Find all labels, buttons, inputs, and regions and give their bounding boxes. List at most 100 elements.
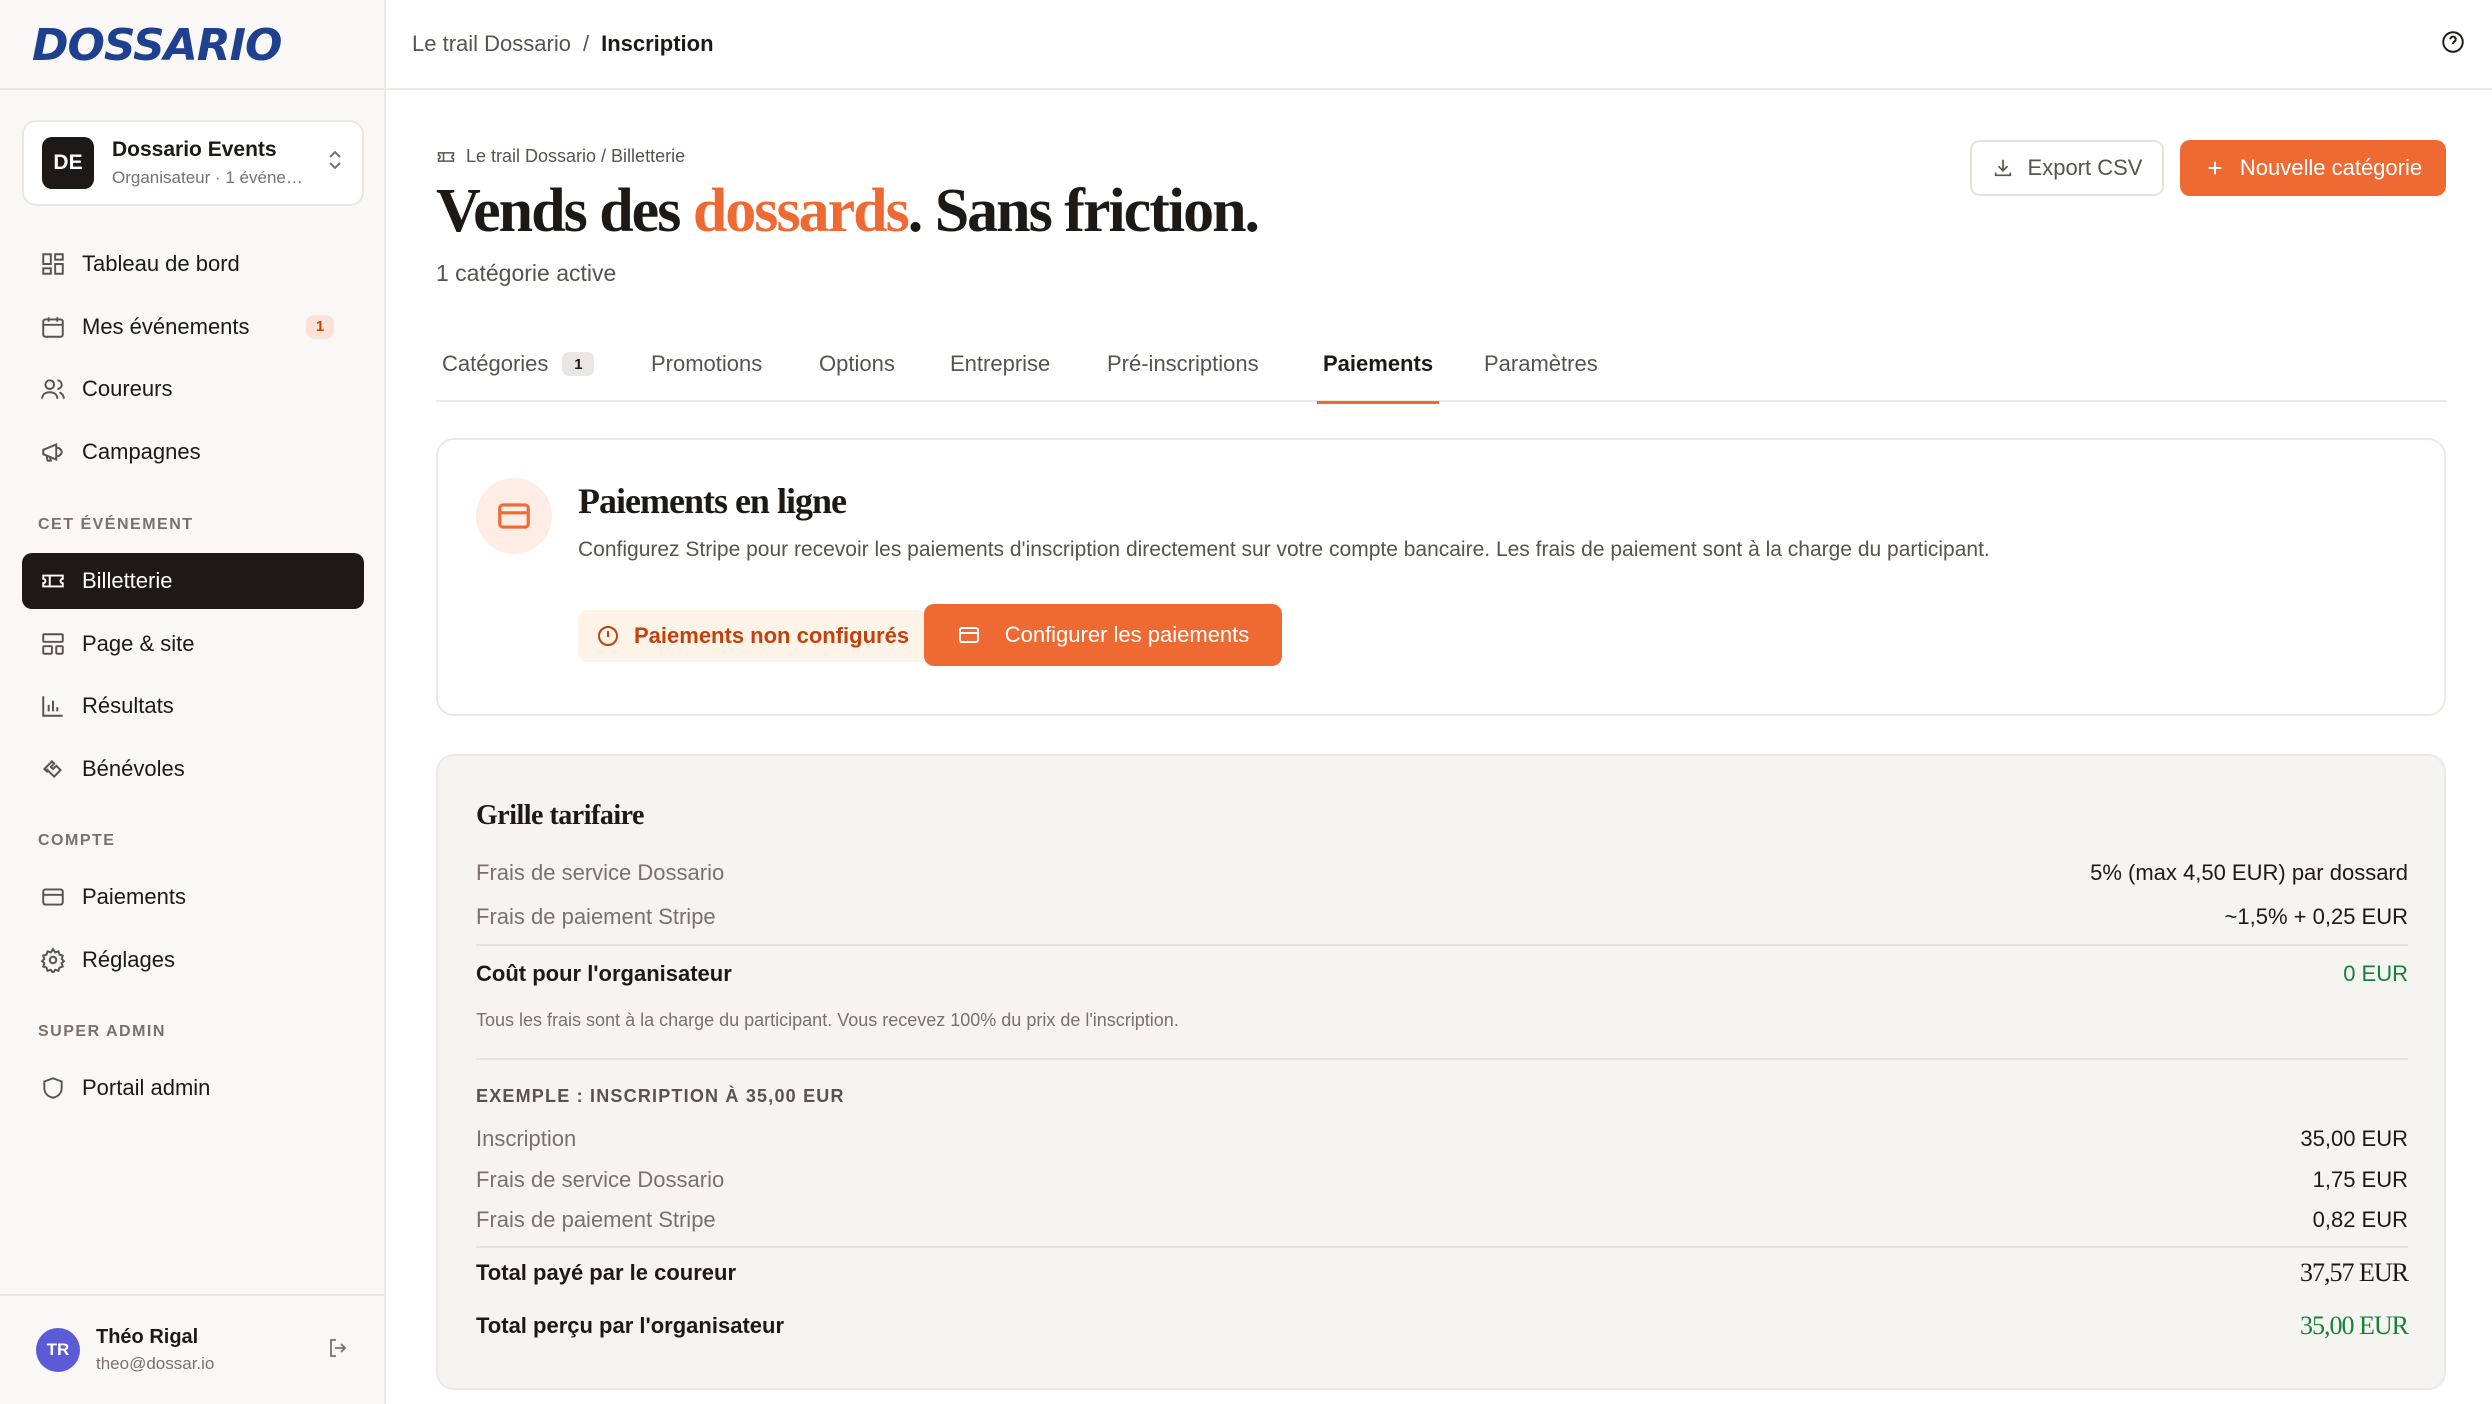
total-paid-row: Total payé par le coureur 37,57 EUR	[476, 1258, 2409, 1288]
tab-categories[interactable]: Catégories 1	[442, 326, 595, 402]
page-subtitle: 1 catégorie active	[436, 260, 617, 286]
export-csv-button[interactable]: Export CSV	[1970, 140, 2164, 196]
sidebar-item-dashboard[interactable]: Tableau de bord	[22, 236, 364, 292]
tab-label: Entreprise	[950, 351, 1051, 376]
pricing-row: Frais de paiement Stripe ~1,5% + 0,25 EU…	[476, 904, 2408, 930]
tab-settings[interactable]: Paramètres	[1484, 326, 1598, 402]
plus-icon	[2208, 161, 2222, 175]
pricing-title: Grille tarifaire	[476, 800, 644, 831]
logo-text: DOSSARIO	[32, 19, 282, 71]
sidebar-item-page-site[interactable]: Page & site	[22, 616, 364, 672]
sidebar-item-label: Tableau de bord	[82, 251, 240, 276]
total-paid-label: Total payé par le coureur	[476, 1260, 737, 1285]
page-breadcrumb-text: Le trail Dossario / Billetterie	[466, 146, 686, 166]
tab-label: Paramètres	[1484, 351, 1598, 376]
organizer-cost-value: 0 EUR	[2343, 961, 2408, 986]
logout-icon[interactable]	[326, 1336, 350, 1365]
org-switcher[interactable]: DE Dossario Events Organisateur · 1 évén…	[22, 120, 364, 206]
user-email: theo@dossar.io	[96, 1354, 215, 1373]
users-icon	[41, 379, 65, 399]
example-row-label: Inscription	[476, 1126, 577, 1151]
event-nav: Billetterie Page & site Résultats Bénévo…	[22, 553, 364, 803]
configure-payments-label: Configurer les paiements	[1004, 622, 1250, 647]
dossario-logo[interactable]: DOSSARIO	[32, 19, 282, 71]
tab-promotions[interactable]: Promotions	[651, 326, 762, 402]
organizer-cost-row: Coût pour l'organisateur 0 EUR	[476, 961, 2408, 987]
dashboard-icon	[42, 253, 64, 275]
example-row: Frais de paiement Stripe 0,82 EUR	[476, 1207, 2408, 1233]
sidebar-item-ticketing[interactable]: Billetterie	[22, 553, 364, 609]
tab-pre-registrations[interactable]: Pré-inscriptions	[1107, 326, 1259, 402]
sidebar: DOSSARIO DE Dossario Events Organisateur…	[0, 0, 386, 1404]
user-profile: TR Théo Rigal theo@dossar.io	[0, 1294, 386, 1404]
example-row-label: Frais de service Dossario	[476, 1167, 725, 1192]
section-label-super-admin: SUPER ADMIN	[38, 1023, 166, 1040]
new-category-label: Nouvelle catégorie	[2239, 155, 2423, 180]
breadcrumb-parent[interactable]: Le trail Dossario	[412, 31, 571, 57]
sidebar-item-label: Paiements	[82, 884, 186, 909]
ticket-icon	[437, 151, 455, 162]
user-name: Théo Rigal	[96, 1326, 199, 1348]
sidebar-item-settings[interactable]: Réglages	[22, 932, 364, 988]
tab-payments[interactable]: Paiements	[1316, 326, 1440, 404]
breadcrumb-separator: /	[582, 31, 590, 56]
sidebar-item-label: Réglages	[82, 946, 175, 972]
topbar: Le trail Dossario / Inscription	[386, 0, 2492, 90]
sidebar-item-runners[interactable]: Coureurs	[22, 361, 364, 417]
tab-label: Options	[819, 351, 895, 376]
chevron-up-down-icon	[326, 148, 344, 178]
sidebar-item-label: Portail admin	[82, 1075, 211, 1100]
tab-options[interactable]: Options	[819, 326, 895, 402]
credit-card-icon	[476, 478, 552, 554]
events-count-badge: 1	[306, 314, 334, 339]
tab-label: Catégories	[442, 351, 549, 376]
status-badge-label: Paiements non configurés	[634, 623, 910, 648]
pricing-grid-card: Grille tarifaire Frais de service Dossar…	[436, 754, 2446, 1390]
credit-card-icon	[958, 627, 979, 643]
payments-description: Configurez Stripe pour recevoir les paie…	[578, 538, 1990, 561]
title-accent: dossards	[692, 177, 910, 245]
tab-count-badge: 1	[562, 352, 595, 376]
payments-title: Paiements en ligne	[578, 481, 847, 521]
account-nav: Paiements Réglages	[22, 869, 364, 994]
sidebar-item-label: Billetterie	[82, 568, 173, 593]
sidebar-item-admin-portal[interactable]: Portail admin	[22, 1060, 364, 1116]
status-badge: Paiements non configurés	[578, 610, 928, 662]
sidebar-item-results[interactable]: Résultats	[22, 678, 364, 734]
section-label-event: CET ÉVÉNEMENT	[38, 516, 194, 533]
tab-company[interactable]: Entreprise	[950, 326, 1050, 402]
super-admin-nav: Portail admin	[22, 1060, 364, 1123]
sidebar-item-label: Résultats	[82, 693, 174, 718]
megaphone-icon	[42, 442, 63, 462]
page-breadcrumb: Le trail Dossario / Billetterie	[436, 146, 685, 167]
sidebar-item-label: Campagnes	[82, 438, 201, 464]
divider	[476, 1058, 2408, 1060]
example-row-value: 0,82 EUR	[2312, 1207, 2408, 1232]
pricing-row-label: Frais de service Dossario	[476, 860, 725, 885]
configure-payments-button[interactable]: Configurer les paiements	[924, 604, 1282, 666]
export-csv-label: Export CSV	[2027, 155, 2143, 180]
breadcrumb-current: Inscription	[601, 31, 714, 56]
help-icon[interactable]	[2440, 29, 2466, 60]
calendar-icon	[42, 316, 64, 338]
sidebar-item-label: Bénévoles	[82, 755, 185, 781]
sidebar-item-label: Page & site	[82, 630, 195, 656]
sidebar-item-label: Mes événements	[82, 313, 250, 339]
layout-icon	[42, 632, 64, 655]
chart-icon	[42, 696, 63, 717]
sidebar-item-events[interactable]: Mes événements 1	[22, 299, 364, 355]
example-row-value: 1,75 EUR	[2312, 1167, 2408, 1192]
avatar[interactable]: TR	[36, 1328, 80, 1372]
alert-circle-icon	[598, 626, 618, 646]
tab-label: Promotions	[651, 351, 763, 376]
total-received-row: Total perçu par l'organisateur 35,00 EUR	[476, 1311, 2409, 1341]
pricing-row-value: 5% (max 4,50 EUR) par dossard	[2090, 860, 2408, 885]
tab-label: Paiements	[1323, 351, 1434, 376]
sidebar-item-volunteers[interactable]: Bénévoles	[22, 741, 364, 797]
sidebar-item-payments[interactable]: Paiements	[22, 869, 364, 925]
sidebar-item-campaigns[interactable]: Campagnes	[22, 424, 364, 480]
organizer-cost-label: Coût pour l'organisateur	[476, 961, 732, 986]
credit-card-icon	[42, 888, 64, 906]
example-row-value: 35,00 EUR	[2300, 1126, 2408, 1151]
new-category-button[interactable]: Nouvelle catégorie	[2180, 140, 2446, 196]
